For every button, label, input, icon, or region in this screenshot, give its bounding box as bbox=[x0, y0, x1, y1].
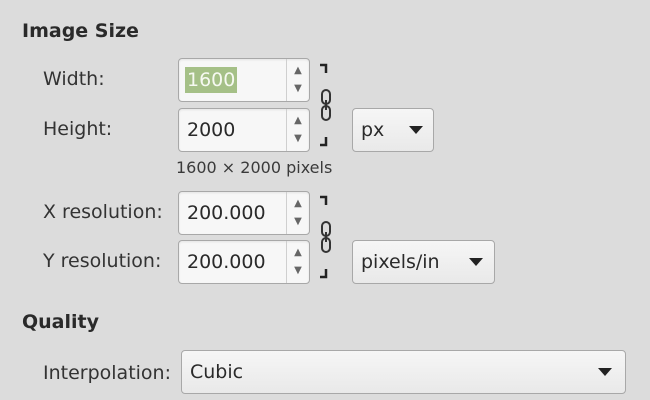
size-unit-dropdown[interactable]: px bbox=[352, 108, 434, 152]
height-label: Height: bbox=[43, 118, 113, 140]
spin-down-icon[interactable]: ▼ bbox=[287, 134, 309, 144]
y-resolution-label: Y resolution: bbox=[43, 250, 162, 272]
resolution-unit-value: pixels/in bbox=[361, 251, 440, 273]
quality-heading: Quality bbox=[22, 311, 99, 333]
y-resolution-spinbutton[interactable]: 200.000 ▲ ▼ bbox=[178, 240, 310, 284]
height-spinbutton[interactable]: 2000 ▲ ▼ bbox=[178, 108, 310, 152]
pixel-summary: 1600 × 2000 pixels bbox=[176, 158, 333, 177]
spin-up-icon[interactable]: ▲ bbox=[287, 116, 309, 126]
spin-up-icon[interactable]: ▲ bbox=[287, 199, 309, 209]
interpolation-value: Cubic bbox=[190, 361, 244, 383]
interpolation-dropdown[interactable]: Cubic bbox=[181, 350, 626, 394]
height-spin-arrows: ▲ ▼ bbox=[286, 109, 309, 151]
chevron-down-icon bbox=[598, 368, 612, 376]
x-resolution-value[interactable]: 200.000 bbox=[185, 200, 268, 226]
x-resolution-label: X resolution: bbox=[43, 201, 163, 223]
spin-up-icon[interactable]: ▲ bbox=[287, 248, 309, 258]
spin-down-icon[interactable]: ▼ bbox=[287, 217, 309, 227]
resolution-unit-dropdown[interactable]: pixels/in bbox=[352, 240, 495, 284]
spin-up-icon[interactable]: ▲ bbox=[287, 66, 309, 76]
height-value[interactable]: 2000 bbox=[185, 117, 237, 143]
spin-down-icon[interactable]: ▼ bbox=[287, 266, 309, 276]
width-value[interactable]: 1600 bbox=[185, 67, 238, 93]
width-label: Width: bbox=[43, 68, 105, 90]
width-spin-arrows: ▲ ▼ bbox=[286, 59, 309, 101]
interpolation-label: Interpolation: bbox=[43, 362, 171, 384]
x-resolution-spinbutton[interactable]: 200.000 ▲ ▼ bbox=[178, 191, 310, 235]
width-spinbutton[interactable]: 1600 ▲ ▼ bbox=[178, 58, 310, 102]
y-resolution-value[interactable]: 200.000 bbox=[185, 249, 268, 275]
image-size-heading: Image Size bbox=[22, 20, 139, 42]
chain-link-icon[interactable] bbox=[314, 194, 338, 280]
spin-down-icon[interactable]: ▼ bbox=[287, 84, 309, 94]
chevron-down-icon bbox=[469, 258, 483, 266]
size-unit-value: px bbox=[361, 119, 385, 141]
xres-spin-arrows: ▲ ▼ bbox=[286, 192, 309, 234]
chevron-down-icon bbox=[409, 126, 423, 134]
yres-spin-arrows: ▲ ▼ bbox=[286, 241, 309, 283]
chain-link-icon[interactable] bbox=[314, 62, 338, 148]
